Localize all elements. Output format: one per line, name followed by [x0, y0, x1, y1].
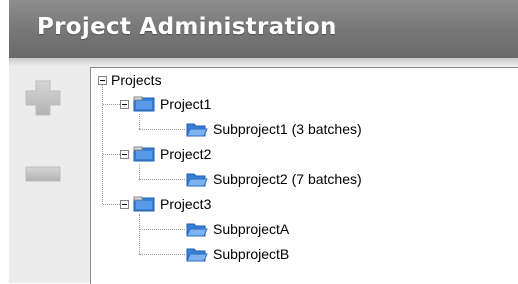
tree-node-label[interactable]: Project1 — [160, 96, 211, 112]
header-shadow — [9, 58, 518, 66]
tree-node-subproject[interactable]: Subproject2 (7 batches) — [186, 169, 362, 189]
collapse-toggle-icon[interactable] — [120, 99, 129, 109]
project-tree[interactable]: Projects Project1 Subproject1 (3 batches… — [90, 67, 518, 284]
project-admin-panel: Project Administration Projects Project1… — [9, 0, 518, 284]
tree-node-label[interactable]: Subproject2 (7 batches) — [213, 171, 362, 187]
tree-connector — [103, 204, 120, 205]
tree-node-label[interactable]: SubprojectA — [213, 221, 289, 237]
tree-connector — [102, 84, 103, 204]
tree-connector — [139, 164, 140, 179]
folder-icon — [133, 146, 155, 162]
tree-node-project[interactable]: Project1 — [120, 94, 211, 114]
tree-connector — [103, 104, 120, 105]
tree-connector — [139, 254, 185, 255]
open-folder-icon — [186, 248, 208, 262]
tree-connector — [139, 214, 140, 254]
tree-node-project[interactable]: Project2 — [120, 144, 211, 164]
tree-node-subproject[interactable]: SubprojectB — [186, 244, 289, 264]
tree-node-subproject[interactable]: Subproject1 (3 batches) — [186, 119, 362, 139]
collapse-toggle-icon[interactable] — [120, 149, 129, 159]
tree-node-subproject[interactable]: SubprojectA — [186, 219, 289, 239]
open-folder-icon — [186, 123, 208, 137]
collapse-toggle-icon[interactable] — [120, 199, 129, 209]
minus-icon — [25, 166, 61, 182]
add-project-button[interactable] — [21, 76, 65, 120]
collapse-toggle-icon[interactable] — [98, 75, 107, 85]
plus-icon — [25, 80, 61, 116]
tree-connector — [139, 229, 185, 230]
open-folder-icon — [186, 173, 208, 187]
tree-node-label[interactable]: Project2 — [160, 146, 211, 162]
open-folder-icon — [186, 223, 208, 237]
page-title: Project Administration — [37, 14, 337, 40]
remove-project-button[interactable] — [21, 152, 65, 196]
tree-connector — [103, 154, 120, 155]
tree-connector — [139, 179, 185, 180]
panel-header: Project Administration — [9, 0, 518, 59]
tree-node-label[interactable]: SubprojectB — [213, 246, 289, 262]
tree-node-root[interactable]: Projects — [98, 70, 162, 90]
folder-icon — [133, 196, 155, 212]
tree-node-label[interactable]: Subproject1 (3 batches) — [213, 121, 362, 137]
tree-node-project[interactable]: Project3 — [120, 194, 211, 214]
folder-icon — [133, 96, 155, 112]
tree-connector — [139, 114, 140, 129]
tree-connector — [139, 129, 185, 130]
tree-node-label[interactable]: Projects — [111, 72, 162, 88]
tree-node-label[interactable]: Project3 — [160, 196, 211, 212]
